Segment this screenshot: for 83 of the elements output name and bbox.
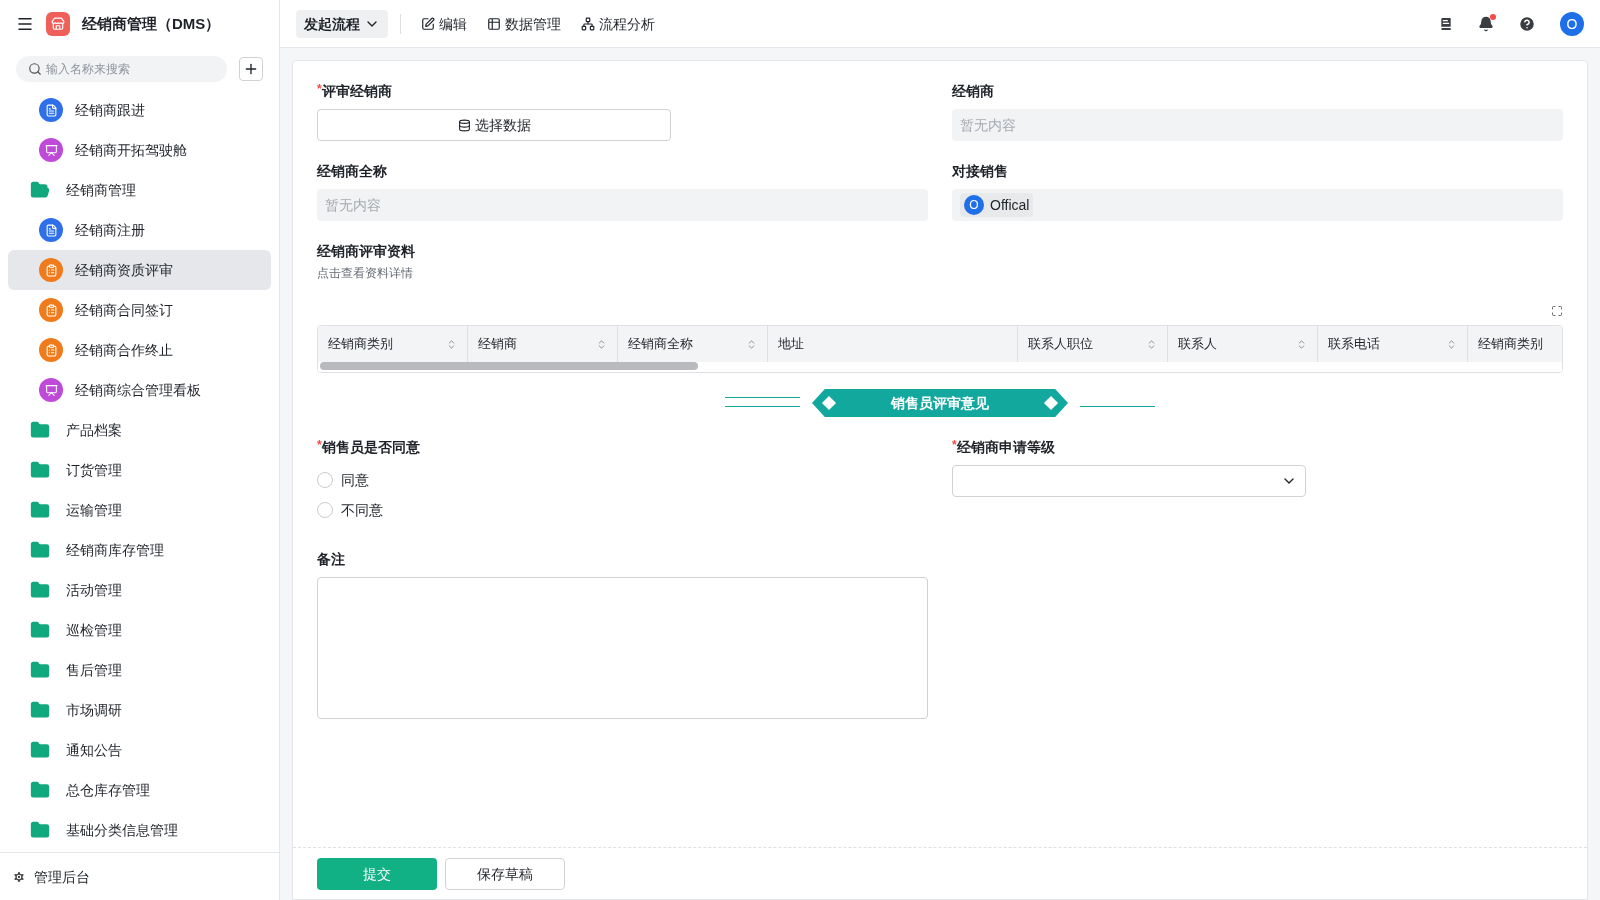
plus-icon [243,61,259,77]
folder-icon [30,580,50,600]
sort-icon[interactable] [446,338,457,350]
sidebar-item[interactable]: 经销商注册 [8,210,271,250]
folder-item[interactable]: 经销商管理 [8,170,271,210]
sidebar-item[interactable]: 经销商开拓驾驶舱 [8,130,271,170]
folder-item[interactable]: 总仓库存管理 [8,770,271,810]
help-icon[interactable] [1518,14,1536,33]
folder-icon [30,460,50,480]
folder-item[interactable]: 通知公告 [8,730,271,770]
required-mark: * [317,81,322,96]
search-icon [28,62,42,76]
fullscreen-icon[interactable] [1551,305,1563,317]
sort-icon[interactable] [596,338,607,350]
folder-icon [30,660,50,680]
folder-item[interactable]: 基础分类信息管理 [8,810,271,850]
field-label: 备注 [317,550,346,569]
user-avatar[interactable]: O [1560,11,1584,36]
user-tag: O Offical [960,193,1034,217]
field-label: *评审经销商 [317,81,393,101]
select-data-button[interactable]: 选择数据 [317,109,671,141]
field-label: 经销商 [952,82,995,101]
folder-icon [30,500,50,520]
field-label: *销售员是否同意 [317,437,421,457]
sidebar-item[interactable]: 经销商综合管理看板 [8,370,271,410]
field-label: 经销商全称 [317,162,388,181]
save-draft-button[interactable]: 保存草稿 [445,857,565,890]
folder-icon [30,740,50,760]
admin-label: 管理后台 [34,867,90,887]
pencil-icon [421,16,435,31]
folder-open-icon [30,180,50,200]
folder-icon [30,420,50,440]
sidebar-item[interactable]: 经销商跟进 [8,90,271,130]
toolbar-button[interactable]: 流程分析 [573,9,663,38]
field-label: *经销商申请等级 [952,437,1056,457]
required-mark: * [952,437,957,452]
admin-link[interactable]: 管理后台 [0,852,279,900]
add-button[interactable] [239,57,263,81]
folder-item[interactable]: 活动管理 [8,570,271,610]
app-title: 经销商管理（DMS） [82,13,221,34]
folder-icon [30,540,50,560]
folder-item[interactable]: 订货管理 [8,450,271,490]
folder-item[interactable]: 经销商库存管理 [8,530,271,570]
database-icon [457,118,471,132]
scrollbar-thumb[interactable] [320,362,698,370]
start-flow-button[interactable]: 发起流程 [296,9,388,38]
menu-icon[interactable] [16,15,34,33]
folder-icon [30,700,50,720]
toolbar-button[interactable]: 数据管理 [479,9,569,38]
sidebar-item[interactable]: 经销商合同签订 [8,290,271,330]
sidebar-item[interactable]: 经销商资质评审 [8,250,271,290]
folder-icon [30,620,50,640]
notebook-icon[interactable] [1438,15,1454,32]
table-icon [487,16,501,31]
field-label: 对接销售 [952,162,1009,181]
notification-icon[interactable] [1478,15,1494,32]
folder-item[interactable]: 产品档案 [8,410,271,450]
folder-icon [30,820,50,840]
radio-option[interactable]: 不同意 [317,495,928,525]
field-label: 经销商评审资料 [317,242,416,261]
required-mark: * [317,437,322,452]
sort-icon[interactable] [1446,338,1457,350]
folder-item[interactable]: 巡检管理 [8,610,271,650]
radio-option[interactable]: 同意 [317,465,928,495]
folder-icon [30,780,50,800]
sort-icon[interactable] [1146,338,1157,350]
sidebar-item[interactable]: 经销商合作终止 [8,330,271,370]
search-input[interactable]: 输入名称来搜索 [46,61,215,77]
sort-icon[interactable] [1296,338,1307,350]
remark-textarea[interactable] [317,577,928,719]
field-hint: 点击查看资料详情 [317,265,414,281]
search-field[interactable]: 输入名称来搜索 [16,56,227,82]
sort-icon[interactable] [746,338,757,350]
select-field[interactable] [952,465,1306,497]
app-logo-icon [46,12,70,36]
section-title: 销售员评审意见 [812,389,1068,417]
settings-icon [12,869,26,884]
folder-item[interactable]: 市场调研 [8,690,271,730]
network-icon [581,16,595,31]
toolbar-button[interactable]: 编辑 [413,9,475,38]
folder-item[interactable]: 运输管理 [8,490,271,530]
user-avatar: O [964,195,984,215]
folder-item[interactable]: 售后管理 [8,650,271,690]
